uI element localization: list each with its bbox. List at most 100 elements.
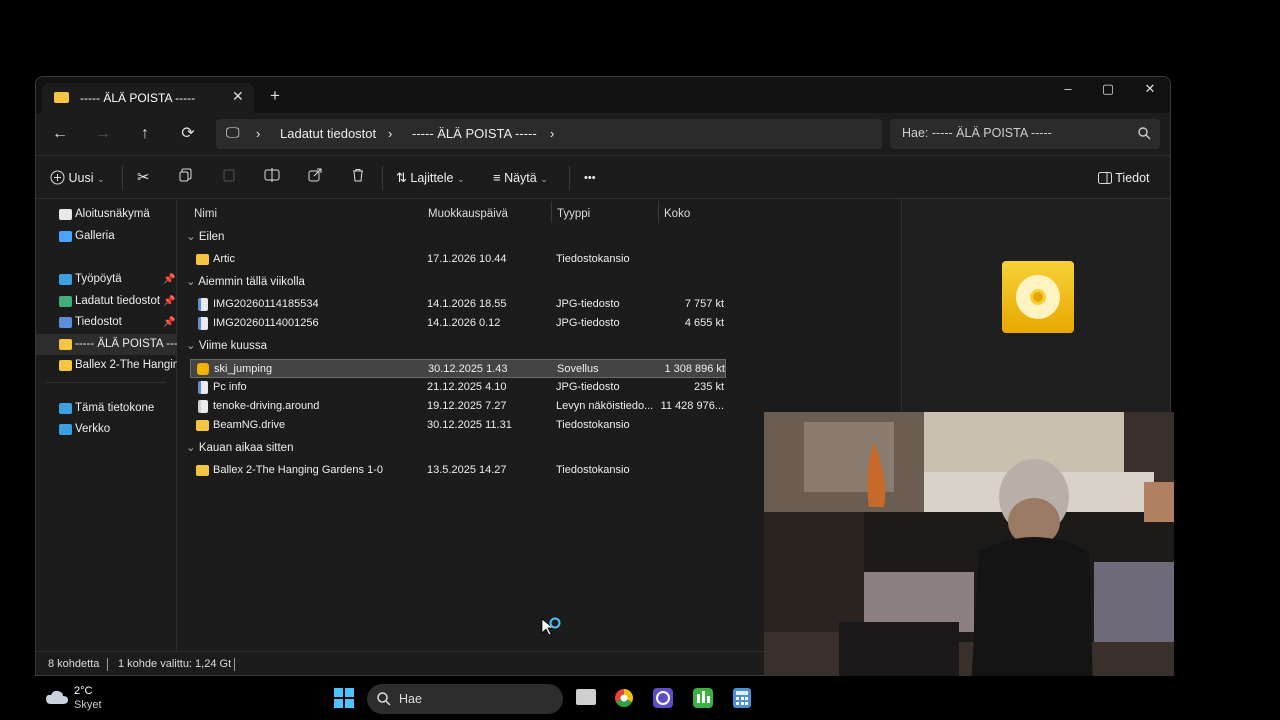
- cut-icon[interactable]: ✂: [137, 166, 150, 190]
- chevron-down-icon: ⌄: [186, 231, 199, 243]
- file-explorer-taskbar-icon[interactable]: [576, 689, 596, 705]
- chevron-down-icon: ⌄: [96, 174, 105, 184]
- sidebar-item[interactable]: Ballex 2-The Hanging Gardens 1-0: [36, 355, 177, 376]
- title-bar: ----- ÄLÄ POISTA ----- ✕ + – ▢ ✕: [36, 77, 1170, 113]
- details-button[interactable]: Tiedot: [1098, 166, 1150, 190]
- tab-close-icon[interactable]: ✕: [232, 88, 244, 105]
- sidebar-item[interactable]: Galleria: [36, 226, 177, 247]
- sort-icon: ⇅: [396, 170, 407, 185]
- breadcrumb-downloads[interactable]: Ladatut tiedostot: [280, 126, 376, 141]
- rename-icon[interactable]: [264, 166, 280, 190]
- new-button[interactable]: Uusi ⌄: [50, 166, 105, 190]
- new-tab-button[interactable]: +: [270, 86, 280, 106]
- search-input[interactable]: Hae: ----- ÄLÄ POISTA -----: [902, 126, 1052, 140]
- obs-taskbar-icon[interactable]: [653, 688, 673, 708]
- file-row[interactable]: BeamNG.drive 30.12.2025 11.31 Tiedostokans…: [190, 416, 726, 435]
- group-header[interactable]: ⌄ Kauan aikaa sitten: [186, 438, 293, 458]
- breadcrumb-chevron-icon[interactable]: ›: [550, 126, 554, 141]
- maximize-button[interactable]: ▢: [1088, 81, 1128, 103]
- view-button[interactable]: ≡ Näytä ⌄: [493, 166, 548, 190]
- pin-icon: 📌: [163, 274, 176, 285]
- webcam-overlay: [764, 412, 1174, 720]
- windows-start-icon[interactable]: [334, 688, 354, 708]
- share-icon[interactable]: [308, 166, 322, 190]
- file-row[interactable]: tenoke-driving.around 19.12.2025 7.27 Levy…: [190, 397, 726, 416]
- search-box[interactable]: Hae: ----- ÄLÄ POISTA -----: [890, 119, 1160, 149]
- sidebar-item-label: Aloitusnäkymä: [75, 208, 150, 220]
- up-button[interactable]: ↑: [131, 121, 159, 147]
- group-header[interactable]: ⌄ Aiemmin tällä viikolla: [186, 272, 305, 292]
- webcam-image: [764, 412, 1174, 720]
- breadcrumb-chevron-icon: ›: [388, 126, 393, 141]
- chrome-taskbar-icon[interactable]: [614, 688, 634, 708]
- home-icon: [59, 209, 72, 220]
- taskbar-search[interactable]: Hae: [367, 684, 563, 714]
- group-label: Eilen: [198, 231, 225, 243]
- cell-name: BeamNG.drive: [213, 419, 286, 431]
- divider: [569, 166, 570, 190]
- file-row[interactable]: IMG20260114185534 14.1.2026 18.55 JPG-tied…: [190, 295, 726, 314]
- folder-icon: [54, 92, 69, 103]
- weather-condition[interactable]: Skyet: [74, 699, 102, 711]
- group-label: Kauan aikaa sitten: [198, 442, 294, 454]
- folder-icon: [196, 420, 209, 431]
- group-header[interactable]: ⌄ Eilen: [186, 227, 224, 247]
- column-header-modified[interactable]: Muokkauspäivä: [428, 203, 508, 225]
- delete-icon[interactable]: [351, 166, 365, 190]
- column-header-size[interactable]: Koko: [664, 203, 690, 225]
- status-bar: 8 kohdetta 1 kohde valittu: 1,24 Gt: [36, 651, 766, 675]
- tab-ala-poista[interactable]: ----- ÄLÄ POISTA ----- ✕: [42, 83, 254, 113]
- copy-icon[interactable]: [179, 166, 193, 190]
- column-header-name[interactable]: Nimi: [194, 203, 217, 225]
- sidebar-item[interactable]: Tämä tietokone: [36, 398, 177, 419]
- cell-type: JPG-tiedosto: [556, 298, 620, 310]
- sidebar-item[interactable]: Ladatut tiedostot 📌: [36, 291, 177, 312]
- sort-button[interactable]: ⇅ Lajittele ⌄: [396, 166, 465, 190]
- divider: [122, 166, 123, 190]
- file-row[interactable]: IMG20260114001256 14.1.2026 0.12 JPG-tiedo…: [190, 314, 726, 333]
- spreadsheet-taskbar-icon[interactable]: [693, 688, 713, 708]
- column-header-type[interactable]: Tyyppi: [557, 203, 590, 225]
- calculator-taskbar-icon[interactable]: [733, 688, 751, 708]
- file-row[interactable]: Ballex 2-The Hanging Gardens 1-0 13.5.202…: [190, 461, 726, 480]
- cell-date: 17.1.2026 10.44: [427, 253, 507, 265]
- address-bar[interactable]: 🖵 › Ladatut tiedostot › ----- ÄLÄ POISTA…: [216, 119, 882, 149]
- sidebar-item[interactable]: Työpöytä 📌: [36, 269, 177, 290]
- cell-type: Tiedostokansio: [556, 253, 630, 265]
- cell-type: Tiedostokansio: [556, 419, 630, 431]
- group-header[interactable]: ⌄ Viime kuussa: [186, 336, 267, 356]
- file-row[interactable]: Artic 17.1.2026 10.44 Tiedostokansio: [190, 250, 726, 269]
- weather-temp[interactable]: 2°C: [74, 685, 92, 697]
- sidebar-item[interactable]: Tiedostot 📌: [36, 312, 177, 333]
- cell-name: Ballex 2-The Hanging Gardens 1-0: [213, 464, 383, 476]
- cell-name: IMG20260114001256: [213, 317, 319, 329]
- paste-icon[interactable]: [222, 166, 236, 190]
- busy-cursor-icon: [541, 617, 561, 636]
- more-options-button[interactable]: •••: [584, 166, 596, 190]
- computer-icon: [59, 403, 72, 414]
- group-label: Aiemmin tällä viikolla: [198, 276, 305, 288]
- sidebar-item[interactable]: Verkko: [36, 419, 177, 440]
- gallery-icon: [59, 231, 72, 242]
- sidebar-item-label: Verkko: [75, 423, 111, 435]
- minimize-button[interactable]: –: [1048, 81, 1088, 103]
- image-file-icon: [198, 298, 208, 311]
- refresh-button[interactable]: ⟳: [174, 121, 202, 147]
- folder-icon: [196, 254, 209, 265]
- sidebar-item[interactable]: Aloitusnäkymä: [36, 204, 177, 225]
- cell-date: 14.1.2026 18.55: [427, 298, 507, 310]
- cell-date: 14.1.2026 0.12: [427, 317, 501, 329]
- divider: [107, 658, 108, 671]
- file-row[interactable]: ski_jumping 30.12.2025 1.43 Sovellus 1 308 …: [190, 359, 726, 378]
- breadcrumb-ala-poista[interactable]: ----- ÄLÄ POISTA -----: [412, 126, 537, 141]
- back-button[interactable]: ←: [46, 121, 74, 147]
- forward-button[interactable]: →: [89, 121, 117, 147]
- cell-date: 19.12.2025 7.27: [427, 400, 507, 412]
- file-row[interactable]: Pc info 21.12.2025 4.10 JPG-tiedosto 235 kt: [190, 378, 726, 397]
- selection-info: 1 kohde valittu: 1,24 Gt: [118, 658, 232, 670]
- breadcrumb-chevron-icon: ›: [256, 126, 261, 141]
- close-window-button[interactable]: ✕: [1130, 81, 1170, 103]
- sidebar-item[interactable]: ----- ÄLÄ POISTA -----: [36, 334, 177, 355]
- plus-circle-icon: [50, 170, 65, 185]
- chevron-down-icon: ⌄: [186, 442, 199, 454]
